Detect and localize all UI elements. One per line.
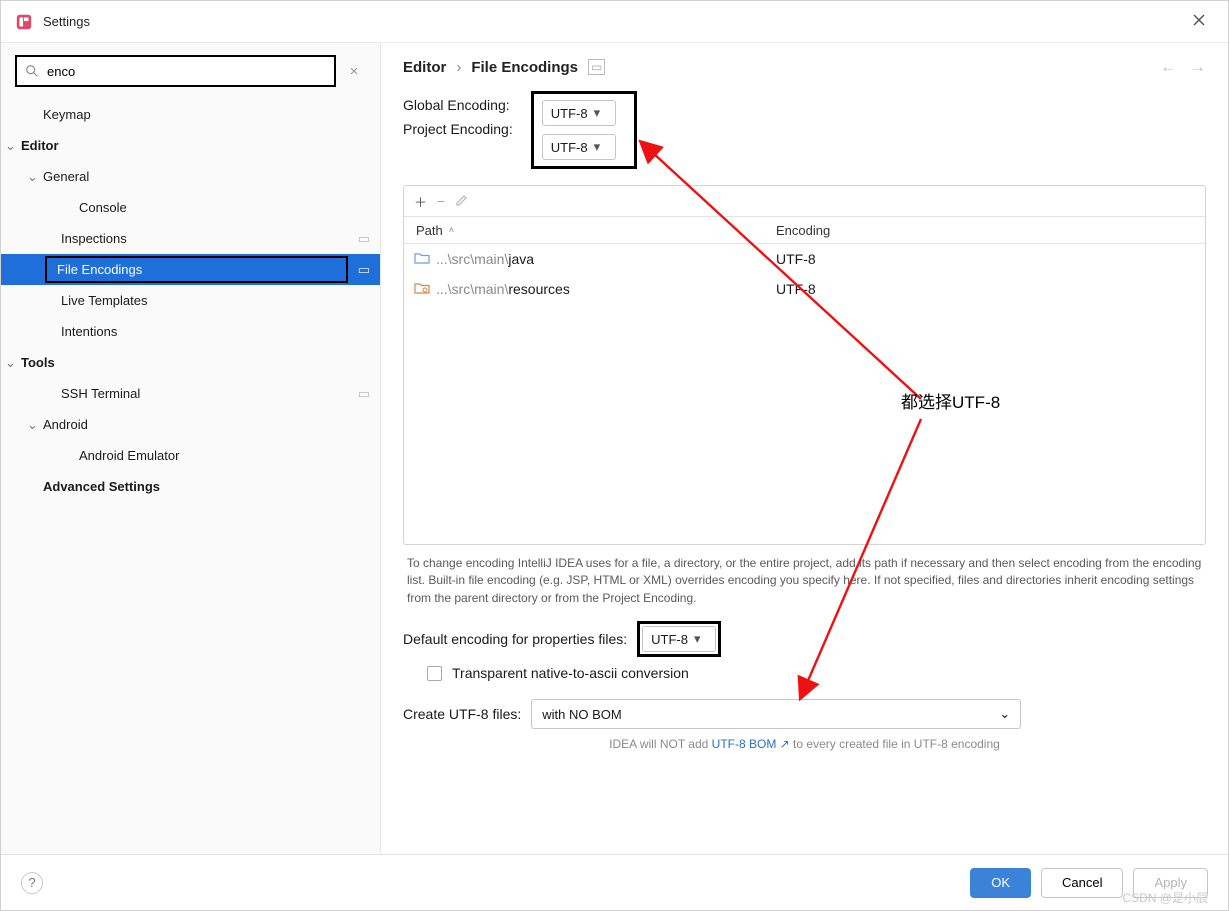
encoding-table-panel: ＋ − Path˄ Encoding	[403, 185, 1206, 545]
project-encoding-value: UTF-8	[551, 140, 588, 155]
main-panel: Editor › File Encodings ▭ ← → Global Enc…	[381, 43, 1228, 854]
chevron-down-icon: ⌄	[5, 138, 19, 154]
create-utf8-value: with NO BOM	[542, 707, 621, 722]
transparent-native-ascii-label: Transparent native-to-ascii conversion	[452, 665, 689, 681]
watermark: CSDN @是小辰	[1122, 889, 1208, 906]
properties-encoding-label: Default encoding for properties files:	[403, 631, 627, 647]
caret-down-icon: ▾	[594, 105, 601, 121]
properties-encoding-value: UTF-8	[651, 632, 688, 647]
dialog-footer: ? OK Cancel Apply	[1, 854, 1228, 910]
caret-down-icon: ▾	[694, 631, 701, 647]
col-header-path[interactable]: Path˄	[404, 223, 768, 238]
clear-search-button[interactable]: ×	[342, 63, 366, 80]
tree-item-advanced-settings[interactable]: Advanced Settings	[1, 471, 380, 502]
create-utf8-dropdown[interactable]: with NO BOM ⌄	[531, 699, 1021, 729]
transparent-native-ascii-checkbox[interactable]	[427, 666, 442, 681]
chevron-right-icon: ›	[456, 59, 461, 76]
tree-item-editor[interactable]: ⌄Editor	[1, 130, 380, 161]
tree-item-android-emulator[interactable]: Android Emulator	[1, 440, 380, 471]
tree-item-tools[interactable]: ⌄Tools	[1, 347, 380, 378]
tree-item-android[interactable]: ⌄Android	[1, 409, 380, 440]
caret-down-icon: ▾	[594, 139, 601, 155]
tree-item-intentions[interactable]: Intentions	[1, 316, 380, 347]
bom-hint: IDEA will NOT add UTF-8 BOM ↗ to every c…	[403, 737, 1206, 751]
sort-asc-icon: ˄	[449, 225, 454, 235]
project-encoding-label: Project Encoding:	[403, 121, 513, 137]
folder-icon	[414, 251, 430, 268]
global-encoding-dropdown[interactable]: UTF-8 ▾	[542, 100, 616, 126]
module-icon: ▭	[358, 262, 370, 278]
tree-item-general[interactable]: ⌄General	[1, 161, 380, 192]
ok-button[interactable]: OK	[970, 868, 1031, 898]
close-button[interactable]	[1184, 7, 1214, 36]
resources-folder-icon	[414, 281, 430, 298]
module-icon: ▭	[358, 231, 370, 247]
titlebar: Settings	[1, 1, 1228, 43]
remove-button[interactable]: −	[437, 194, 445, 209]
help-button[interactable]: ?	[21, 872, 43, 894]
module-icon: ▭	[358, 386, 370, 402]
edit-button[interactable]	[455, 193, 469, 210]
col-header-encoding[interactable]: Encoding	[768, 223, 1205, 238]
global-encoding-value: UTF-8	[551, 106, 588, 121]
window-title: Settings	[43, 14, 90, 29]
tree-item-inspections[interactable]: Inspections▭	[1, 223, 380, 254]
properties-encoding-dropdown[interactable]: UTF-8 ▾	[642, 626, 716, 652]
project-encoding-dropdown[interactable]: UTF-8 ▾	[542, 134, 616, 160]
breadcrumb: Editor › File Encodings ▭ ← →	[403, 57, 1206, 77]
breadcrumb-editor[interactable]: Editor	[403, 59, 446, 76]
utf8-bom-link[interactable]: UTF-8 BOM ↗	[712, 737, 790, 751]
nav-forward-icon[interactable]: →	[1189, 57, 1206, 77]
search-icon	[25, 64, 39, 78]
global-encoding-label: Global Encoding:	[403, 97, 513, 113]
help-description: To change encoding IntelliJ IDEA uses fo…	[403, 545, 1206, 613]
chevron-down-icon: ⌄	[5, 355, 19, 371]
table-row[interactable]: ...\src\main\resources UTF-8	[404, 274, 1205, 304]
app-logo-icon	[15, 13, 33, 31]
caret-down-icon: ⌄	[999, 706, 1010, 722]
search-input[interactable]	[45, 63, 326, 80]
search-input-wrapper[interactable]	[15, 55, 336, 87]
settings-tree: Keymap ⌄Editor ⌄General Console Inspecti…	[1, 97, 380, 854]
create-utf8-label: Create UTF-8 files:	[403, 706, 521, 722]
table-row[interactable]: ...\src\main\java UTF-8	[404, 244, 1205, 274]
breadcrumb-file-encodings: File Encodings	[471, 59, 578, 76]
tree-item-console[interactable]: Console	[1, 192, 380, 223]
cancel-button[interactable]: Cancel	[1041, 868, 1123, 898]
project-scope-icon: ▭	[588, 59, 605, 75]
tree-item-file-encodings[interactable]: File Encodings ▭	[1, 254, 380, 285]
tree-item-keymap[interactable]: Keymap	[1, 99, 380, 130]
tree-item-ssh-terminal[interactable]: SSH Terminal▭	[1, 378, 380, 409]
tree-item-live-templates[interactable]: Live Templates	[1, 285, 380, 316]
chevron-down-icon: ⌄	[27, 169, 41, 185]
settings-sidebar: × Keymap ⌄Editor ⌄General Console Inspec…	[1, 43, 381, 854]
nav-back-icon[interactable]: ←	[1160, 57, 1177, 77]
chevron-down-icon: ⌄	[27, 417, 41, 433]
add-button[interactable]: ＋	[414, 192, 427, 211]
